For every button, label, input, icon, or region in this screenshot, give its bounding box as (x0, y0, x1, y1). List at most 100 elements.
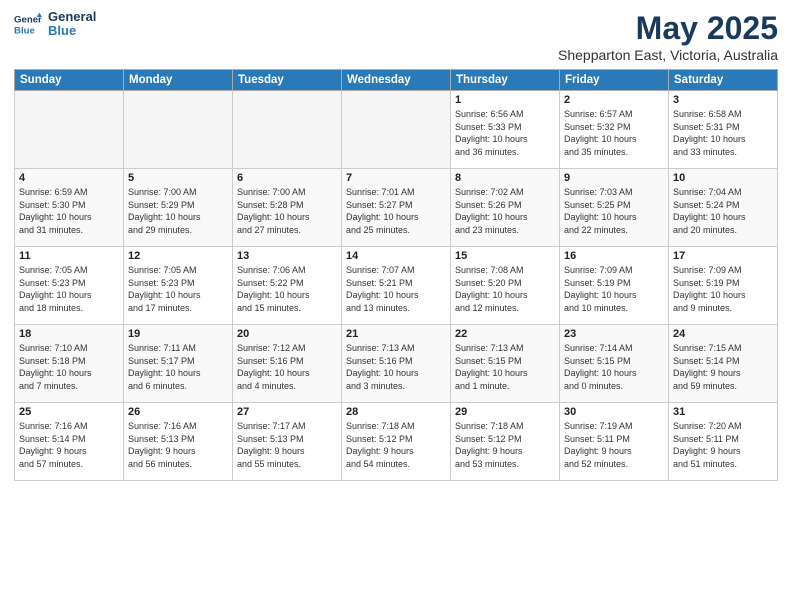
calendar-cell (15, 91, 124, 169)
day-number: 4 (19, 172, 119, 184)
day-info: Sunrise: 7:11 AM Sunset: 5:17 PM Dayligh… (128, 342, 228, 392)
calendar-cell: 17 Sunrise: 7:09 AM Sunset: 5:19 PM Dayli… (669, 247, 778, 325)
day-number: 20 (237, 328, 337, 340)
calendar-cell: 3 Sunrise: 6:58 AM Sunset: 5:31 PM Daylig… (669, 91, 778, 169)
calendar-cell (233, 91, 342, 169)
day-number: 3 (673, 94, 773, 106)
day-number: 14 (346, 250, 446, 262)
day-info: Sunrise: 6:58 AM Sunset: 5:31 PM Dayligh… (673, 108, 773, 158)
calendar-cell: 26Sunrise: 7:16 AM Sunset: 5:13 PM Dayli… (124, 403, 233, 481)
logo-text-general: General (48, 10, 96, 24)
day-info: Sunrise: 7:09 AM Sunset: 5:19 PM Dayligh… (673, 264, 773, 314)
calendar-cell: 6Sunrise: 7:00 AM Sunset: 5:28 PM Daylig… (233, 169, 342, 247)
day-info: Sunrise: 7:12 AM Sunset: 5:16 PM Dayligh… (237, 342, 337, 392)
calendar-cell: 11Sunrise: 7:05 AM Sunset: 5:23 PM Dayli… (15, 247, 124, 325)
calendar-header-row: SundayMondayTuesdayWednesdayThursdayFrid… (15, 70, 778, 91)
day-number: 9 (564, 172, 664, 184)
day-number: 1 (455, 94, 555, 106)
day-number: 29 (455, 406, 555, 418)
calendar-cell: 24 Sunrise: 7:15 AM Sunset: 5:14 PM Dayli… (669, 325, 778, 403)
calendar-cell: 23 Sunrise: 7:14 AM Sunset: 5:15 PM Dayli… (560, 325, 669, 403)
col-header-wednesday: Wednesday (342, 70, 451, 91)
day-number: 24 (673, 328, 773, 340)
day-info: Sunrise: 7:10 AM Sunset: 5:18 PM Dayligh… (19, 342, 119, 392)
calendar-cell: 14 Sunrise: 7:07 AM Sunset: 5:21 PM Dayli… (342, 247, 451, 325)
calendar-cell: 27 Sunrise: 7:17 AM Sunset: 5:13 PM Dayli… (233, 403, 342, 481)
week-row-2: 4 Sunrise: 6:59 AM Sunset: 5:30 PM Daylig… (15, 169, 778, 247)
day-info: Sunrise: 7:09 AM Sunset: 5:19 PM Dayligh… (564, 264, 664, 314)
day-info: Sunrise: 6:56 AM Sunset: 5:33 PM Dayligh… (455, 108, 555, 158)
col-header-saturday: Saturday (669, 70, 778, 91)
day-number: 6 (237, 172, 337, 184)
col-header-tuesday: Tuesday (233, 70, 342, 91)
calendar-cell: 10 Sunrise: 7:04 AM Sunset: 5:24 PM Dayli… (669, 169, 778, 247)
day-info: Sunrise: 7:15 AM Sunset: 5:14 PM Dayligh… (673, 342, 773, 392)
col-header-sunday: Sunday (15, 70, 124, 91)
calendar-cell: 12Sunrise: 7:05 AM Sunset: 5:23 PM Dayli… (124, 247, 233, 325)
calendar-cell: 25 Sunrise: 7:16 AM Sunset: 5:14 PM Dayli… (15, 403, 124, 481)
day-info: Sunrise: 7:18 AM Sunset: 5:12 PM Dayligh… (346, 420, 446, 470)
main-title: May 2025 (558, 10, 778, 47)
day-info: Sunrise: 7:20 AM Sunset: 5:11 PM Dayligh… (673, 420, 773, 470)
day-info: Sunrise: 7:02 AM Sunset: 5:26 PM Dayligh… (455, 186, 555, 236)
day-number: 28 (346, 406, 446, 418)
day-info: Sunrise: 7:04 AM Sunset: 5:24 PM Dayligh… (673, 186, 773, 236)
calendar-cell: 4 Sunrise: 6:59 AM Sunset: 5:30 PM Daylig… (15, 169, 124, 247)
calendar-cell: 21Sunrise: 7:13 AM Sunset: 5:16 PM Dayli… (342, 325, 451, 403)
calendar-cell: 20 Sunrise: 7:12 AM Sunset: 5:16 PM Dayli… (233, 325, 342, 403)
day-info: Sunrise: 7:05 AM Sunset: 5:23 PM Dayligh… (128, 264, 228, 314)
day-info: Sunrise: 6:59 AM Sunset: 5:30 PM Dayligh… (19, 186, 119, 236)
calendar-cell: 7 Sunrise: 7:01 AM Sunset: 5:27 PM Daylig… (342, 169, 451, 247)
day-number: 30 (564, 406, 664, 418)
calendar-cell (342, 91, 451, 169)
calendar-cell: 13Sunrise: 7:06 AM Sunset: 5:22 PM Dayli… (233, 247, 342, 325)
calendar-cell: 2Sunrise: 6:57 AM Sunset: 5:32 PM Daylig… (560, 91, 669, 169)
day-number: 27 (237, 406, 337, 418)
day-info: Sunrise: 7:17 AM Sunset: 5:13 PM Dayligh… (237, 420, 337, 470)
calendar-cell: 15Sunrise: 7:08 AM Sunset: 5:20 PM Dayli… (451, 247, 560, 325)
day-info: Sunrise: 7:19 AM Sunset: 5:11 PM Dayligh… (564, 420, 664, 470)
day-number: 7 (346, 172, 446, 184)
col-header-monday: Monday (124, 70, 233, 91)
title-block: May 2025 Shepparton East, Victoria, Aust… (558, 10, 778, 63)
subtitle: Shepparton East, Victoria, Australia (558, 47, 778, 63)
week-row-5: 25 Sunrise: 7:16 AM Sunset: 5:14 PM Dayli… (15, 403, 778, 481)
day-info: Sunrise: 7:07 AM Sunset: 5:21 PM Dayligh… (346, 264, 446, 314)
day-info: Sunrise: 7:03 AM Sunset: 5:25 PM Dayligh… (564, 186, 664, 236)
page: General Blue General Blue May 2025 Shepp… (0, 0, 792, 612)
logo-text-blue: Blue (48, 24, 96, 38)
day-info: Sunrise: 7:16 AM Sunset: 5:13 PM Dayligh… (128, 420, 228, 470)
day-info: Sunrise: 7:18 AM Sunset: 5:12 PM Dayligh… (455, 420, 555, 470)
day-number: 8 (455, 172, 555, 184)
day-number: 17 (673, 250, 773, 262)
calendar-cell: 19 Sunrise: 7:11 AM Sunset: 5:17 PM Dayli… (124, 325, 233, 403)
day-number: 19 (128, 328, 228, 340)
day-number: 16 (564, 250, 664, 262)
calendar-cell: 5 Sunrise: 7:00 AM Sunset: 5:29 PM Daylig… (124, 169, 233, 247)
calendar-cell: 29 Sunrise: 7:18 AM Sunset: 5:12 PM Dayli… (451, 403, 560, 481)
calendar-cell: 22Sunrise: 7:13 AM Sunset: 5:15 PM Dayli… (451, 325, 560, 403)
calendar-cell (124, 91, 233, 169)
day-number: 25 (19, 406, 119, 418)
day-number: 18 (19, 328, 119, 340)
calendar-cell: 28 Sunrise: 7:18 AM Sunset: 5:12 PM Dayli… (342, 403, 451, 481)
day-number: 15 (455, 250, 555, 262)
calendar-cell: 16 Sunrise: 7:09 AM Sunset: 5:19 PM Dayli… (560, 247, 669, 325)
day-info: Sunrise: 7:14 AM Sunset: 5:15 PM Dayligh… (564, 342, 664, 392)
day-number: 31 (673, 406, 773, 418)
col-header-thursday: Thursday (451, 70, 560, 91)
day-number: 23 (564, 328, 664, 340)
day-number: 2 (564, 94, 664, 106)
day-number: 10 (673, 172, 773, 184)
day-number: 22 (455, 328, 555, 340)
svg-text:Blue: Blue (14, 26, 35, 37)
day-info: Sunrise: 7:06 AM Sunset: 5:22 PM Dayligh… (237, 264, 337, 314)
week-row-1: 1 Sunrise: 6:56 AM Sunset: 5:33 PM Daylig… (15, 91, 778, 169)
calendar-cell: 30 Sunrise: 7:19 AM Sunset: 5:11 PM Dayli… (560, 403, 669, 481)
day-info: Sunrise: 7:05 AM Sunset: 5:23 PM Dayligh… (19, 264, 119, 314)
day-info: Sunrise: 7:00 AM Sunset: 5:29 PM Dayligh… (128, 186, 228, 236)
day-info: Sunrise: 7:16 AM Sunset: 5:14 PM Dayligh… (19, 420, 119, 470)
day-info: Sunrise: 7:01 AM Sunset: 5:27 PM Dayligh… (346, 186, 446, 236)
day-number: 21 (346, 328, 446, 340)
day-number: 5 (128, 172, 228, 184)
